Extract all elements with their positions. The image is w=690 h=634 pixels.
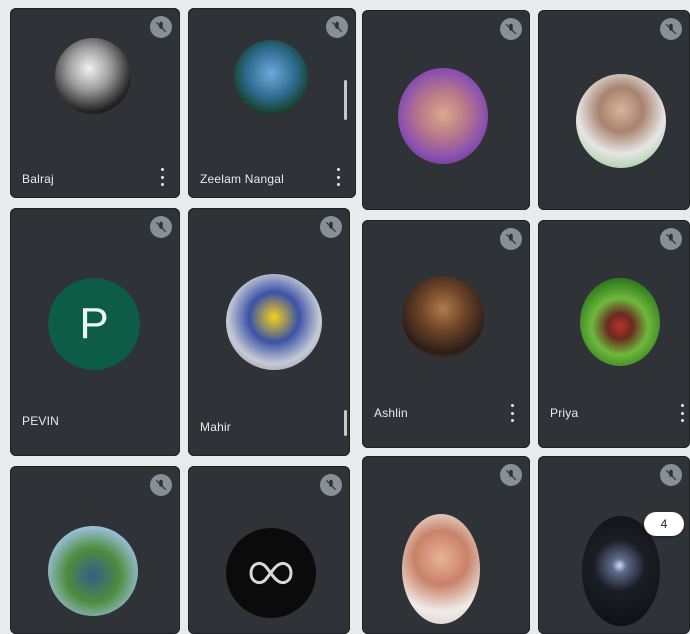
participant-tile-mahir[interactable]: Mahir: [188, 208, 350, 456]
participant-tile-4[interactable]: [538, 10, 690, 210]
participant-avatar-photo: [580, 278, 660, 366]
scrollbar-thumb[interactable]: [344, 410, 347, 436]
mic-off-icon: [150, 474, 172, 496]
more-vert-icon[interactable]: [336, 168, 340, 186]
infinity-icon: [249, 561, 293, 585]
participant-tile-11[interactable]: [362, 456, 530, 634]
mic-off-icon: [500, 228, 522, 250]
mic-off-icon: [320, 216, 342, 238]
more-vert-icon[interactable]: [160, 168, 164, 186]
participant-name: PEVIN: [22, 414, 60, 428]
participant-tile-priya[interactable]: Priya: [538, 220, 690, 448]
participant-tile-12[interactable]: [538, 456, 690, 634]
participant-avatar-photo: [398, 68, 488, 164]
participant-avatar-photo: [234, 40, 308, 114]
mic-off-icon: [150, 216, 172, 238]
scrollbar-thumb[interactable]: [344, 80, 347, 120]
mic-off-icon: [320, 474, 342, 496]
mic-off-icon: [660, 464, 682, 486]
participant-tile-10[interactable]: [188, 466, 350, 634]
participant-avatar-infinity: [226, 528, 316, 618]
participant-grid: Balraj Zeelam Nangal P PEVIN Mahir Ashli…: [0, 0, 690, 634]
participant-avatar-photo: [226, 274, 322, 370]
participant-avatar-letter: P: [48, 278, 140, 370]
participant-name: Ashlin: [374, 406, 408, 420]
participant-avatar-photo: [55, 38, 131, 114]
participant-tile-balraj[interactable]: Balraj: [10, 8, 180, 198]
more-vert-icon[interactable]: [680, 404, 684, 422]
more-vert-icon[interactable]: [510, 404, 514, 422]
participant-avatar-photo: [48, 526, 138, 616]
mic-off-icon: [500, 464, 522, 486]
participant-tile-3[interactable]: [362, 10, 530, 210]
participant-avatar-photo: [402, 514, 480, 624]
mic-off-icon: [660, 18, 682, 40]
overflow-count-badge[interactable]: 4: [644, 512, 684, 536]
mic-off-icon: [660, 228, 682, 250]
mic-off-icon: [500, 18, 522, 40]
participant-name: Priya: [550, 406, 579, 420]
participant-tile-9[interactable]: [10, 466, 180, 634]
participant-tile-ashlin[interactable]: Ashlin: [362, 220, 530, 448]
participant-avatar-photo: [402, 276, 484, 358]
participant-name: Balraj: [22, 172, 54, 186]
mic-off-icon: [150, 16, 172, 38]
participant-tile-pevin[interactable]: P PEVIN: [10, 208, 180, 456]
participant-name: Mahir: [200, 420, 232, 434]
participant-tile-zeelam-nangal[interactable]: Zeelam Nangal: [188, 8, 356, 198]
mic-off-icon: [326, 16, 348, 38]
participant-avatar-photo: [576, 74, 666, 168]
participant-name: Zeelam Nangal: [200, 172, 284, 186]
